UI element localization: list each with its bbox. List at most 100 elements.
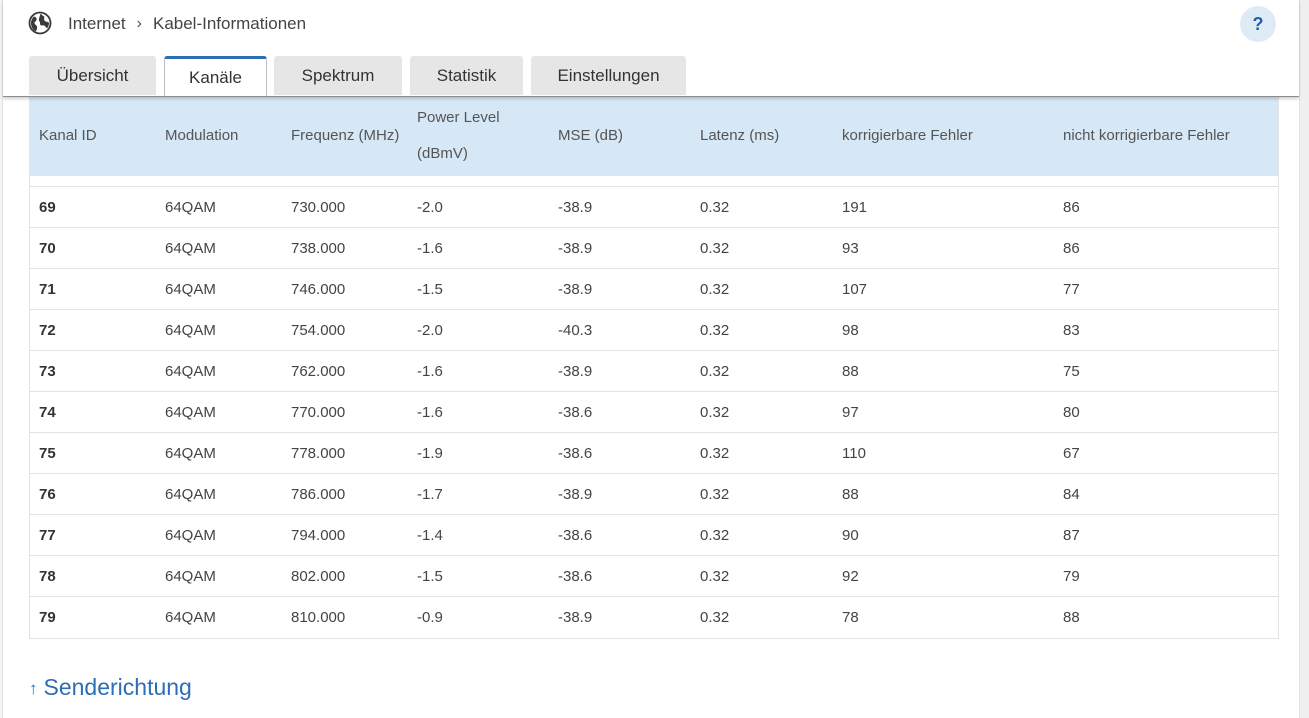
cell-nicht-korrigierbare-fehler: 80: [1063, 403, 1080, 421]
cell-frequenz: 730.000: [291, 198, 346, 216]
cell-korrigierbare-fehler: 78: [842, 608, 859, 626]
table-row: 78 64QAM 802.000 -1.5 -38.6 0.32 92 79: [30, 555, 1278, 596]
column-header-kanal-id: Kanal ID: [39, 127, 97, 144]
cell-power-level: -1.7: [417, 485, 443, 503]
cell-latenz: 0.32: [700, 403, 730, 421]
cell-modulation: 64QAM: [165, 608, 216, 626]
table-row: 76 64QAM 786.000 -1.7 -38.9 0.32 88 84: [30, 473, 1278, 514]
cell-modulation: 64QAM: [165, 280, 216, 298]
tab-uebersicht[interactable]: Übersicht: [29, 56, 156, 95]
cell-kanal-id: 75: [39, 444, 56, 462]
cell-nicht-korrigierbare-fehler: 77: [1063, 280, 1080, 298]
cell-latenz: 0.32: [700, 567, 730, 585]
tab-label: Einstellungen: [557, 65, 660, 85]
cell-nicht-korrigierbare-fehler: 87: [1063, 526, 1080, 544]
scrollbar[interactable]: [1300, 0, 1309, 718]
table-row: 75 64QAM 778.000 -1.9 -38.6 0.32 110 67: [30, 432, 1278, 473]
cell-modulation: 64QAM: [165, 321, 216, 339]
cell-mse: -38.9: [558, 608, 593, 626]
cell-modulation: 64QAM: [165, 567, 216, 585]
question-mark-icon: ?: [1252, 13, 1264, 34]
cell-frequenz: 802.000: [291, 567, 346, 585]
cell-mse: -38.6: [558, 567, 593, 585]
cell-kanal-id: 73: [39, 362, 56, 380]
cell-modulation: 64QAM: [165, 198, 216, 216]
cell-kanal-id: 71: [39, 280, 56, 298]
cell-power-level: -0.9: [417, 608, 443, 626]
page-header: Internet › Kabel-Informationen ? Übersic…: [3, 0, 1299, 97]
cell-korrigierbare-fehler: 90: [842, 526, 859, 544]
cell-nicht-korrigierbare-fehler: 86: [1063, 239, 1080, 257]
cell-frequenz: 810.000: [291, 608, 346, 626]
cell-nicht-korrigierbare-fehler: 67: [1063, 444, 1080, 462]
breadcrumb: Internet › Kabel-Informationen: [68, 13, 306, 35]
cell-kanal-id: 70: [39, 239, 56, 257]
cell-kanal-id: 69: [39, 198, 56, 216]
senderichtung-link[interactable]: ↑ Senderichtung: [29, 672, 192, 702]
cell-korrigierbare-fehler: 97: [842, 403, 859, 421]
cell-korrigierbare-fehler: 110: [842, 444, 866, 462]
cell-latenz: 0.32: [700, 608, 730, 626]
tab-label: Übersicht: [56, 65, 129, 85]
table-row: 79 64QAM 810.000 -0.9 -38.9 0.32 78 88: [30, 596, 1278, 637]
tab-label: Spektrum: [301, 65, 375, 85]
breadcrumb-item-internet[interactable]: Internet: [68, 14, 126, 34]
table-header: Kanal ID Modulation Frequenz (MHz) Power…: [30, 96, 1278, 176]
cell-nicht-korrigierbare-fehler: 86: [1063, 198, 1080, 216]
cell-nicht-korrigierbare-fehler: 88: [1063, 608, 1080, 626]
cell-power-level: -1.5: [417, 280, 443, 298]
cell-latenz: 0.32: [700, 198, 730, 216]
cell-latenz: 0.32: [700, 239, 730, 257]
tab-spektrum[interactable]: Spektrum: [274, 56, 402, 95]
table-row: 69 64QAM 730.000 -2.0 -38.9 0.32 191 86: [30, 186, 1278, 227]
tab-einstellungen[interactable]: Einstellungen: [531, 56, 686, 95]
cell-kanal-id: 77: [39, 526, 56, 544]
column-header-mse: MSE (dB): [558, 127, 624, 144]
table-row: 72 64QAM 754.000 -2.0 -40.3 0.32 98 83: [30, 309, 1278, 350]
column-header-frequenz: Frequenz (MHz): [291, 127, 400, 144]
cell-nicht-korrigierbare-fehler: 79: [1063, 567, 1080, 585]
tab-label: Kanäle: [189, 67, 242, 87]
cell-frequenz: 746.000: [291, 280, 346, 298]
cell-frequenz: 786.000: [291, 485, 346, 503]
cell-mse: -38.9: [558, 485, 593, 503]
page: Internet › Kabel-Informationen ? Übersic…: [2, 0, 1300, 718]
channel-table: Kanal ID Modulation Frequenz (MHz) Power…: [29, 96, 1279, 639]
cell-mse: -38.9: [558, 198, 593, 216]
cell-power-level: -1.4: [417, 526, 443, 544]
cell-power-level: -2.0: [417, 198, 443, 216]
breadcrumb-current: Kabel-Informationen: [152, 14, 307, 33]
cell-korrigierbare-fehler: 107: [842, 280, 868, 298]
cell-mse: -38.9: [558, 362, 593, 380]
help-button[interactable]: ?: [1240, 6, 1276, 42]
tab-kanaele[interactable]: Kanäle: [164, 56, 267, 96]
cell-nicht-korrigierbare-fehler: 84: [1063, 485, 1080, 503]
cell-korrigierbare-fehler: 88: [842, 362, 859, 380]
cell-latenz: 0.32: [700, 321, 730, 339]
cell-latenz: 0.32: [700, 362, 730, 380]
cell-modulation: 64QAM: [165, 444, 216, 462]
cell-korrigierbare-fehler: 191: [842, 198, 868, 216]
cell-latenz: 0.32: [700, 485, 730, 503]
cell-frequenz: 738.000: [291, 239, 346, 257]
tab-statistik[interactable]: Statistik: [410, 56, 523, 95]
cell-korrigierbare-fehler: 98: [842, 321, 859, 339]
column-header-latenz: Latenz (ms): [700, 127, 780, 144]
cell-modulation: 64QAM: [165, 485, 216, 503]
table-row: 71 64QAM 746.000 -1.5 -38.9 0.32 107 77: [30, 268, 1278, 309]
cell-kanal-id: 76: [39, 485, 56, 503]
cell-mse: -38.9: [558, 280, 593, 298]
cell-frequenz: 754.000: [291, 321, 346, 339]
column-header-korrigierbare-fehler: korrigierbare Fehler: [842, 127, 973, 144]
cell-frequenz: 762.000: [291, 362, 346, 380]
cell-latenz: 0.32: [700, 444, 730, 462]
cell-korrigierbare-fehler: 92: [842, 567, 859, 585]
cell-kanal-id: 78: [39, 567, 56, 585]
cell-kanal-id: 79: [39, 608, 56, 626]
cell-power-level: -1.6: [417, 239, 443, 257]
arrow-up-icon: ↑: [29, 678, 38, 698]
globe-icon: [28, 11, 52, 35]
table-row: 73 64QAM 762.000 -1.6 -38.9 0.32 88 75: [30, 350, 1278, 391]
cell-mse: -38.6: [558, 444, 593, 462]
column-header-modulation: Modulation: [165, 127, 239, 144]
